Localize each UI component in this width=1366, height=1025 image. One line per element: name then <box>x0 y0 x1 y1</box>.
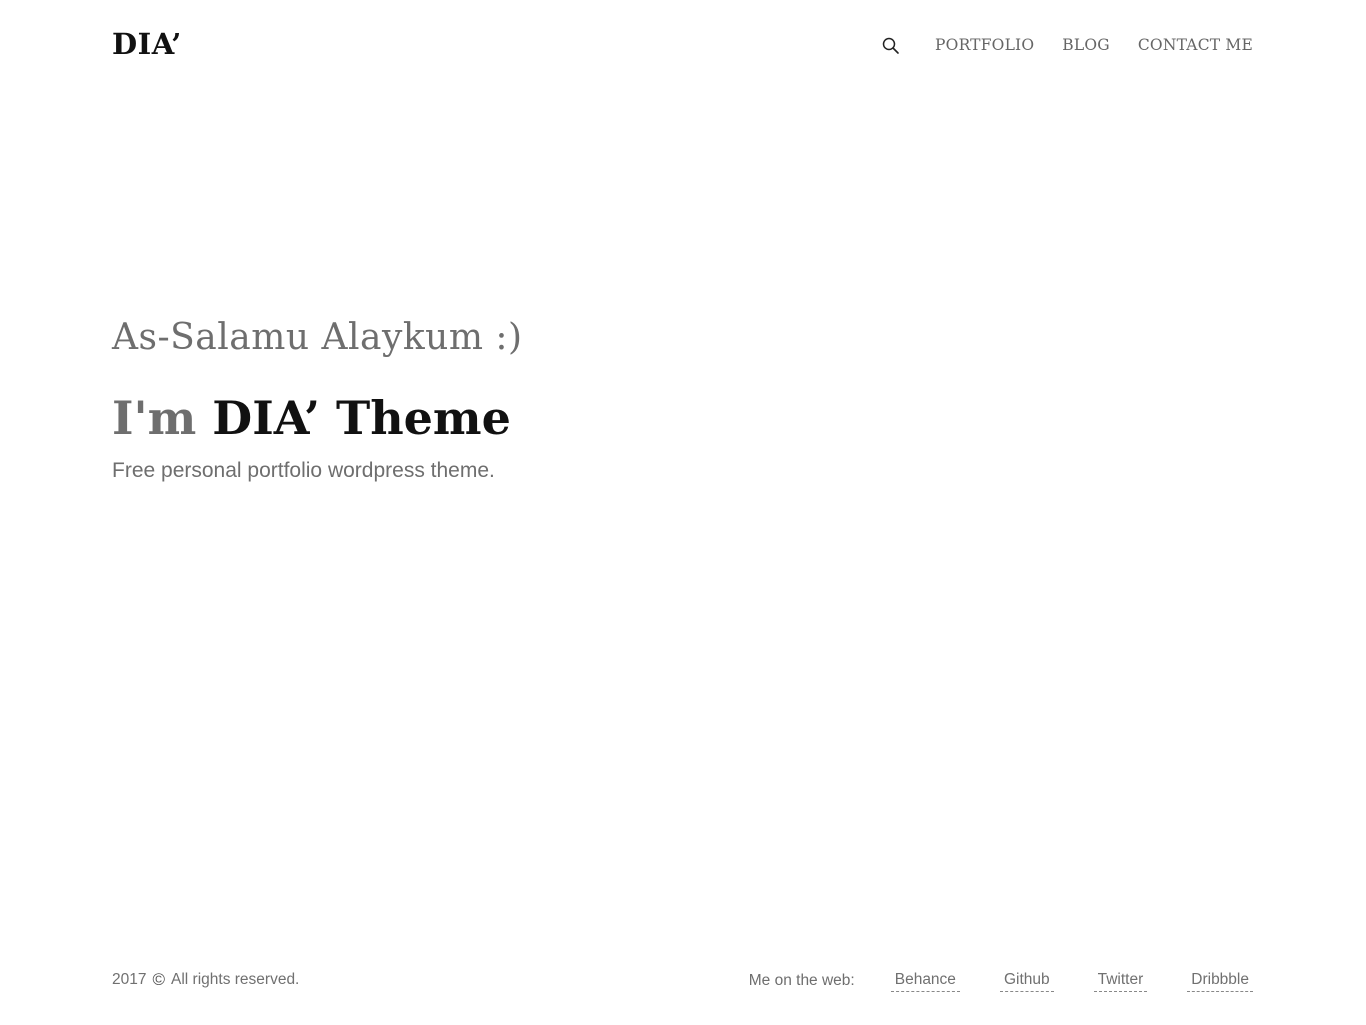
behance-link[interactable]: Behance <box>890 970 960 992</box>
headline-name: DIA’ Theme <box>212 391 511 445</box>
nav-blog[interactable]: BLOG <box>1062 34 1110 56</box>
site-logo[interactable]: DIA’ <box>112 28 182 60</box>
search-button[interactable] <box>881 36 901 56</box>
copyright-text: All rights reserved. <box>171 971 300 988</box>
headline: I'm DIA’ Theme <box>112 390 511 446</box>
headline-prefix: I'm <box>112 391 197 445</box>
search-icon <box>882 37 899 54</box>
main-nav: PORTFOLIO BLOG CONTACT ME <box>935 34 1253 56</box>
nav-portfolio[interactable]: PORTFOLIO <box>935 34 1034 56</box>
github-link[interactable]: Github <box>999 970 1054 992</box>
copyright: 2017 © All rights reserved. <box>112 970 299 990</box>
copyright-year: 2017 <box>112 971 147 988</box>
twitter-link[interactable]: Twitter <box>1093 970 1148 992</box>
copyright-icon: © <box>152 970 166 989</box>
social-links: Me on the web: Behance Github Twitter Dr… <box>749 970 1253 992</box>
dribbble-link[interactable]: Dribbble <box>1187 970 1253 992</box>
social-link-list: Behance Github Twitter Dribbble <box>890 970 1253 992</box>
tagline: Free personal portfolio wordpress theme. <box>112 459 495 482</box>
social-label: Me on the web: <box>748 972 855 989</box>
greeting: As-Salamu Alaykum :) <box>112 317 523 358</box>
nav-contact-me[interactable]: CONTACT ME <box>1138 34 1253 56</box>
